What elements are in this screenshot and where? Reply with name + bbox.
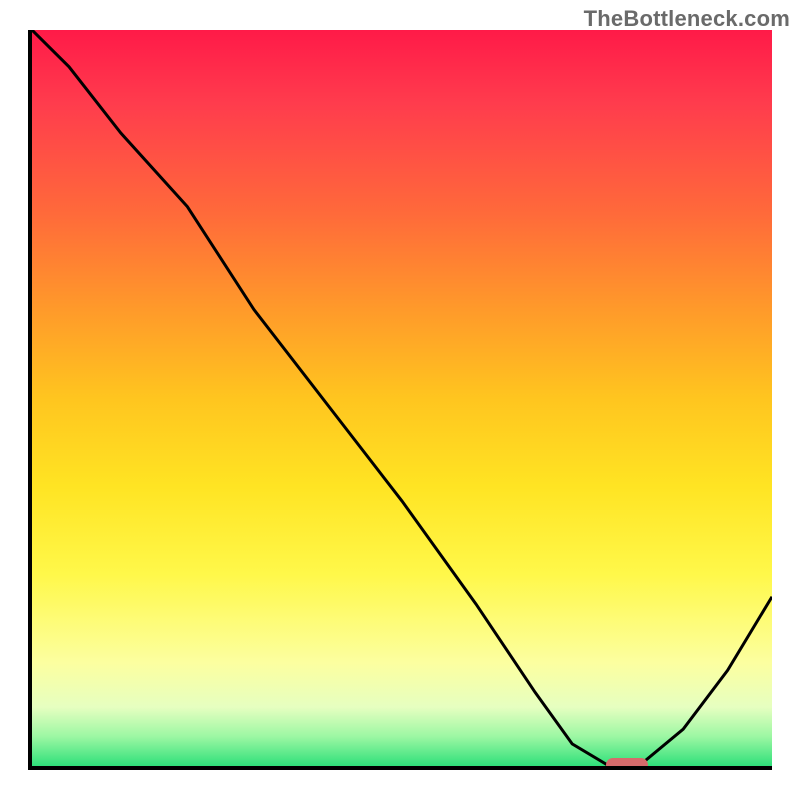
plot-area [28, 30, 772, 770]
optimal-region-marker [606, 758, 648, 770]
curve-path [32, 30, 772, 766]
watermark-text: TheBottleneck.com [584, 6, 790, 32]
bottleneck-curve [32, 30, 772, 766]
chart-container: TheBottleneck.com [0, 0, 800, 800]
